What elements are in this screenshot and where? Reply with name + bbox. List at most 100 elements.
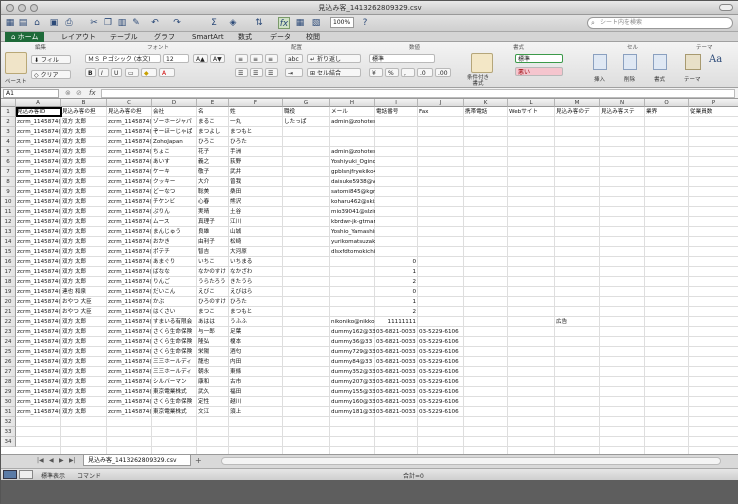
table-cell[interactable] [418,297,464,307]
table-cell[interactable] [600,377,645,387]
table-cell[interactable]: 心春 [197,197,229,207]
table-cell[interactable]: 03-5229-6106 [418,387,464,397]
table-cell[interactable] [689,257,738,267]
table-cell[interactable]: zcrm_1145874( [107,147,152,157]
table-cell[interactable] [508,297,555,307]
table-cell[interactable]: 栄陽 [197,347,229,357]
table-cell[interactable] [508,267,555,277]
table-cell[interactable] [508,347,555,357]
save-icon[interactable]: ▣ [48,17,60,29]
tab-home[interactable]: ⌂ ホーム [5,32,45,42]
table-cell[interactable] [464,357,508,367]
table-cell[interactable] [689,297,738,307]
table-cell[interactable] [645,137,689,147]
table-cell[interactable] [689,117,738,127]
row-header[interactable]: 34 [1,437,16,447]
table-cell[interactable]: zcrm_1145874( [107,397,152,407]
table-cell[interactable]: ぞーほーじゃぱ [152,127,197,137]
table-cell[interactable] [464,217,508,227]
table-cell[interactable] [555,337,600,347]
table-cell[interactable]: 東京電業株式 [152,407,197,417]
table-cell[interactable]: はくさい [152,307,197,317]
table-cell[interactable]: チケンビ [152,197,197,207]
table-cell[interactable]: mio39041@slzinif.cz.uvn [330,207,375,217]
new-workbook-icon[interactable]: ▦ [4,17,16,29]
table-cell[interactable] [464,327,508,337]
table-cell[interactable]: dummy84@33 [330,357,375,367]
table-cell[interactable]: zcrm_1145874( [16,277,61,287]
table-cell[interactable]: かぶ [152,297,197,307]
table-cell[interactable] [508,197,555,207]
table-cell[interactable]: 0 [375,287,418,297]
header-cell[interactable]: Webサイト [508,107,555,117]
table-cell[interactable] [555,387,600,397]
table-cell[interactable] [645,297,689,307]
table-cell[interactable]: dummy181@33 [330,407,375,417]
table-cell[interactable]: zcrm_1145874( [16,347,61,357]
table-cell[interactable]: 義之 [197,157,229,167]
table-cell[interactable] [689,217,738,227]
table-cell[interactable] [508,287,555,297]
table-cell[interactable] [375,217,418,227]
table-cell[interactable] [464,367,508,377]
table-cell[interactable]: zcrm_1145874( [16,357,61,367]
table-cell[interactable]: zcrm_1145874( [16,307,61,317]
table-cell[interactable]: 双方 太郎 [61,127,107,137]
table-cell[interactable]: kbrdwr-jk-gtmariko8646@txzecqk.zq [330,217,375,227]
table-cell[interactable] [689,207,738,217]
conditional-format-button[interactable] [471,53,493,73]
row-header[interactable]: 10 [1,197,16,207]
template-icon[interactable]: ▤ [17,17,29,29]
table-cell[interactable]: クッキー [152,177,197,187]
table-cell[interactable]: zcrm_1145874( [16,147,61,157]
table-cell[interactable] [555,327,600,337]
table-cell[interactable] [283,387,330,397]
table-cell[interactable]: 1 [375,297,418,307]
comma-button[interactable]: , [401,68,415,77]
row-header[interactable]: 3 [1,127,16,137]
table-cell[interactable]: 東京電業株式 [152,387,197,397]
table-cell[interactable] [555,297,600,307]
table-cell[interactable]: zcrm_1145874( [107,187,152,197]
header-cell[interactable]: 会社 [152,107,197,117]
table-cell[interactable] [508,407,555,417]
table-cell[interactable] [283,327,330,337]
row-header[interactable]: 20 [1,297,16,307]
table-cell[interactable] [555,267,600,277]
table-cell[interactable] [330,127,375,137]
table-cell[interactable] [464,167,508,177]
bold-button[interactable]: B [85,68,96,77]
table-cell[interactable] [600,287,645,297]
table-cell[interactable]: 山城 [229,227,283,237]
percent-button[interactable]: % [385,68,399,77]
table-cell[interactable] [508,357,555,367]
table-cell[interactable] [555,357,600,367]
theme-button[interactable] [685,54,701,70]
redo-icon[interactable]: ↷ [171,17,183,29]
table-cell[interactable]: 荻野 [229,157,283,167]
table-cell[interactable] [508,387,555,397]
table-cell[interactable]: 真理子 [197,217,229,227]
table-cell[interactable] [464,227,508,237]
header-cell[interactable]: 携帯電話 [464,107,508,117]
table-cell[interactable] [555,227,600,237]
header-cell[interactable]: 従業員数 [689,107,738,117]
header-cell[interactable]: 見込み客のデ [555,107,600,117]
table-cell[interactable]: 良雄 [197,227,229,237]
table-cell[interactable] [689,137,738,147]
table-cell[interactable]: 双方 太郎 [61,187,107,197]
table-cell[interactable] [689,227,738,237]
table-cell[interactable]: gpblsnjfryekiko4743@wsmfa.lp [330,167,375,177]
table-cell[interactable]: まつもと [229,127,283,137]
table-cell[interactable]: zcrm_1145874( [16,207,61,217]
table-cell[interactable]: 03-6821-0033 [375,327,418,337]
table-cell[interactable]: zcrm_1145874( [16,337,61,347]
table-cell[interactable]: 03-5229-6106 [418,337,464,347]
table-cell[interactable]: 手洲 [229,147,283,157]
table-cell[interactable] [689,247,738,257]
table-cell[interactable]: zcrm_1145874( [107,197,152,207]
table-cell[interactable] [464,407,508,417]
tab-table[interactable]: テーブル [104,32,144,42]
table-cell[interactable]: 一丸 [229,117,283,127]
table-cell[interactable]: おやつ 大臣 [61,307,107,317]
